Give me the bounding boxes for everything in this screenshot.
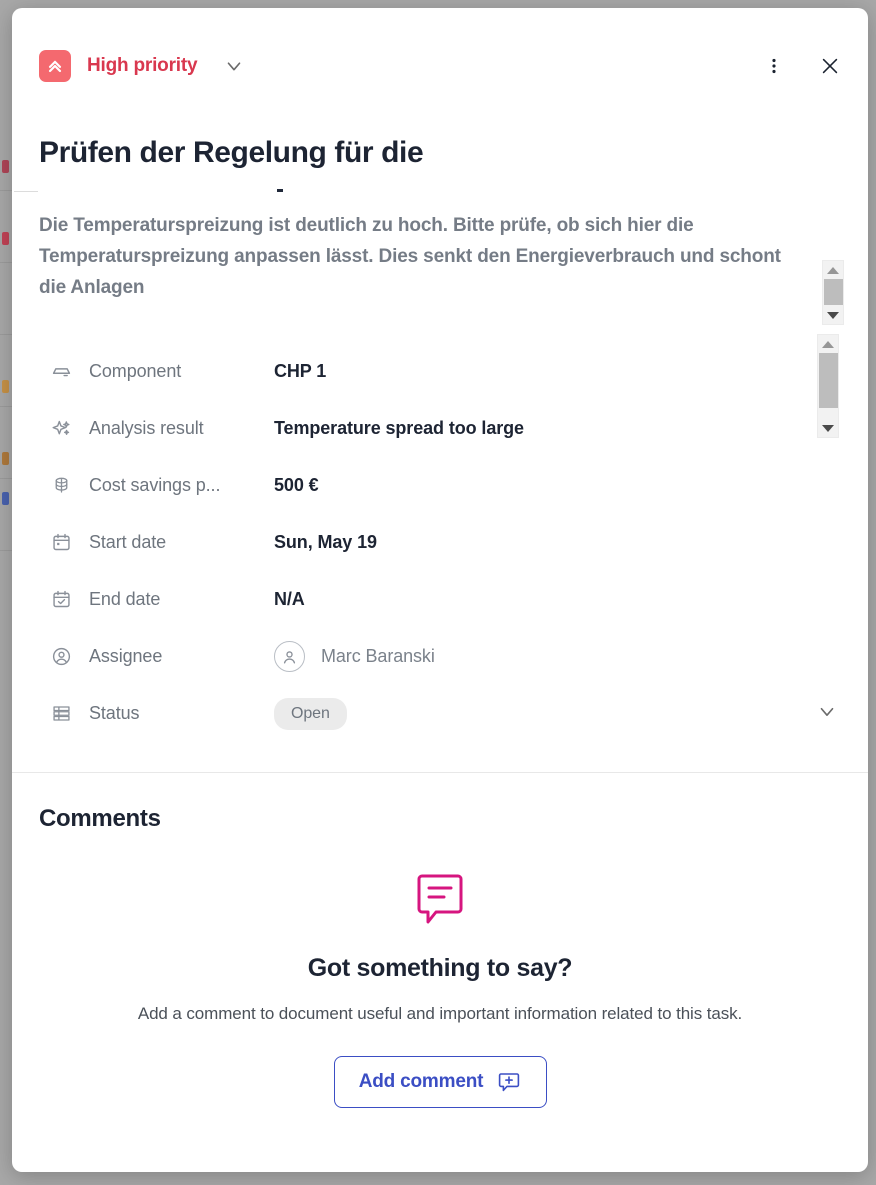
priority-selector[interactable]: High priority	[39, 50, 245, 82]
task-description: Die Temperaturspreizung ist deutlich zu …	[39, 215, 781, 298]
background-row-marker	[2, 492, 9, 505]
page-title: Prüfen der Regelung für die	[39, 136, 424, 169]
property-row-assignee[interactable]: Assignee Marc Baranski	[12, 628, 868, 685]
calendar-icon	[50, 532, 72, 554]
background-row-marker	[2, 452, 9, 465]
task-detail-dialog: High priority Prüfen der Regelung für di…	[12, 8, 868, 1172]
background-row-marker	[2, 380, 9, 393]
property-row-analysis-result[interactable]: Analysis result Temperature spread too l…	[12, 400, 868, 457]
assignee-value[interactable]: Marc Baranski	[274, 641, 435, 673]
property-row-end-date[interactable]: End date N/A	[12, 571, 868, 628]
property-label: Cost savings p...	[89, 475, 221, 496]
property-label: End date	[89, 589, 161, 610]
close-icon[interactable]	[818, 54, 842, 78]
triangle-up-icon[interactable]	[822, 261, 844, 279]
comments-heading: Comments	[39, 805, 161, 833]
property-label: Assignee	[89, 646, 163, 667]
person-avatar-icon	[274, 641, 305, 673]
property-value: N/A	[274, 589, 305, 610]
property-row-component[interactable]: Component CHP 1	[12, 343, 868, 400]
property-value: Sun, May 19	[274, 532, 377, 553]
comment-plus-icon	[497, 1070, 521, 1094]
dialog-body: Prüfen der Regelung für die Die Temperat…	[12, 134, 868, 1108]
status-badge[interactable]: Open	[274, 697, 347, 730]
comments-section: Comments Got something to say? Add a com…	[12, 773, 868, 1108]
property-value: 500 €	[274, 475, 319, 496]
server-icon	[50, 361, 72, 383]
comments-empty-title: Got something to say?	[307, 954, 573, 983]
title-clip-underline	[14, 191, 38, 192]
background-row-marker	[2, 232, 9, 245]
property-row-start-date[interactable]: Start date Sun, May 19	[12, 514, 868, 571]
task-title-container: Prüfen der Regelung für die	[39, 134, 799, 196]
calendar-check-icon	[50, 589, 72, 611]
comments-empty-text: Add a comment to document useful and imp…	[137, 1004, 743, 1024]
user-circle-icon	[50, 646, 72, 668]
triangle-down-icon[interactable]	[822, 306, 844, 324]
comments-empty-state: Got something to say? Add a comment to d…	[12, 871, 868, 1108]
property-label: Analysis result	[89, 418, 204, 439]
add-comment-button[interactable]: Add comment	[333, 1055, 547, 1108]
background-row-marker	[2, 160, 9, 173]
property-row-cost-savings[interactable]: Cost savings p... 500 €	[12, 457, 868, 514]
kebab-menu-icon[interactable]	[762, 54, 786, 78]
title-clip-tick	[277, 189, 283, 192]
coins-stack-icon	[50, 475, 72, 497]
priority-label: High priority	[87, 55, 198, 76]
chevron-down-icon[interactable]	[223, 55, 245, 77]
scrollbar-thumb[interactable]	[823, 279, 843, 305]
add-comment-label: Add comment	[358, 1070, 484, 1092]
property-label: Start date	[89, 532, 167, 553]
property-label: Status	[89, 703, 140, 724]
list-rows-icon	[50, 703, 72, 725]
double-chevron-up-icon	[39, 50, 71, 82]
assignee-name: Marc Baranski	[321, 646, 435, 667]
sparkles-icon	[50, 418, 72, 440]
property-row-status[interactable]: Status Open	[12, 685, 868, 742]
property-value: Temperature spread too large	[274, 418, 524, 439]
property-value: CHP 1	[274, 361, 327, 382]
dialog-header: High priority	[12, 8, 868, 104]
speech-bubble-icon	[414, 871, 466, 932]
chevron-down-icon[interactable]	[816, 700, 838, 727]
property-label: Component	[89, 361, 182, 382]
dialog-header-actions	[762, 54, 842, 78]
title-scrollbar[interactable]	[822, 260, 844, 325]
task-properties: Component CHP 1 Analysis result Temperat…	[12, 343, 868, 742]
